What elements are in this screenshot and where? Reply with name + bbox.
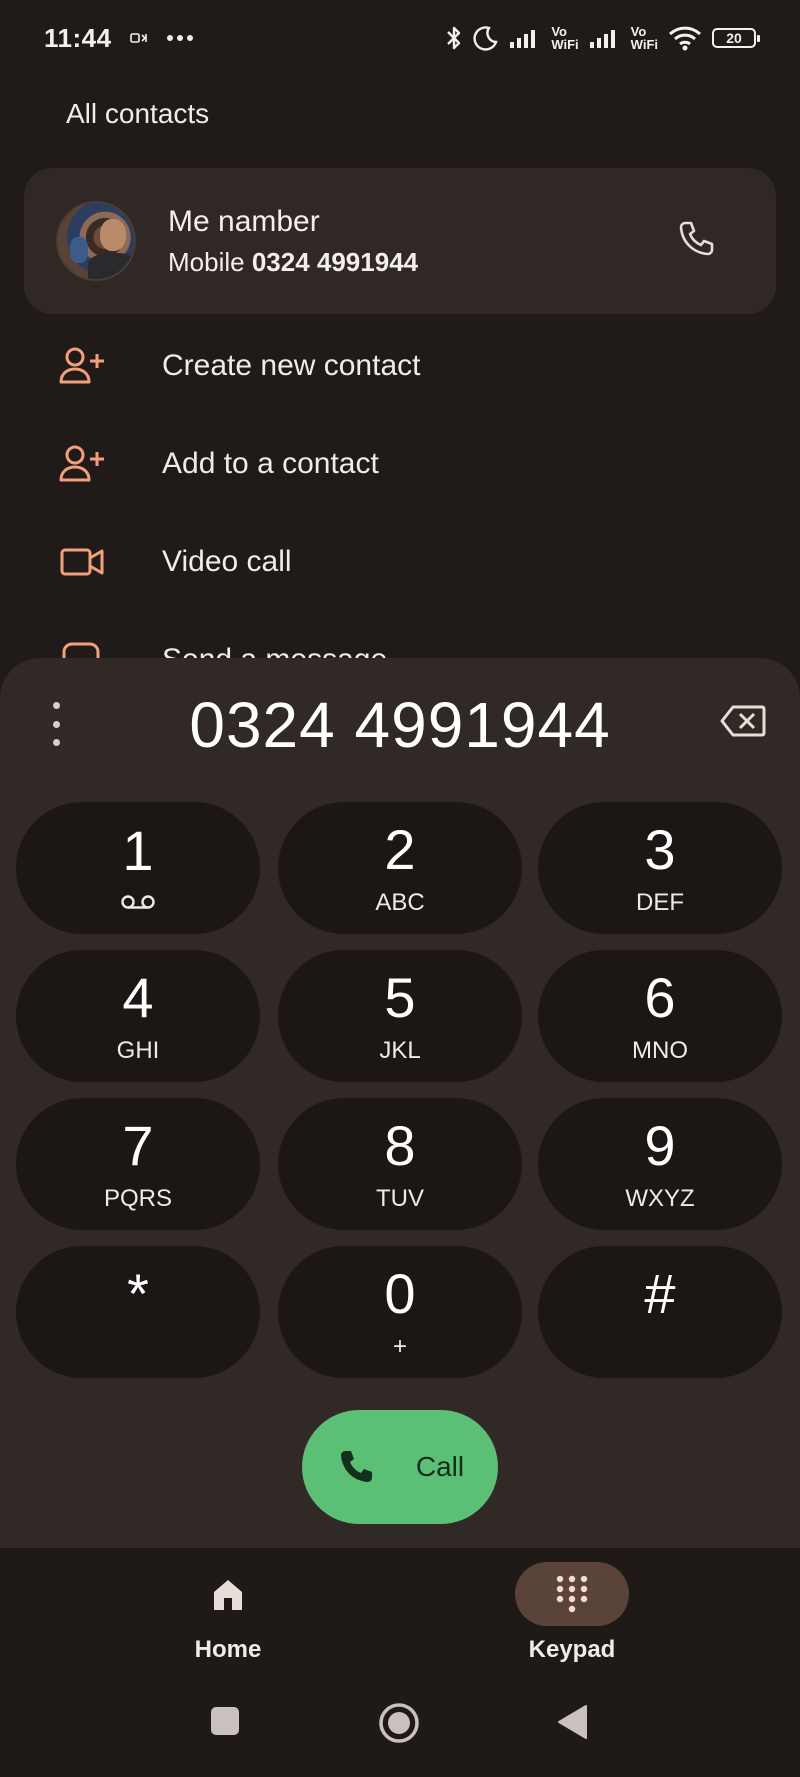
dialer-sheet: 0324 4991944 1 2 ABC 3 DEF 4 GHI 5 JKL 6… (0, 658, 800, 1548)
battery-level: 20 (726, 30, 742, 46)
nav-home-label: Home (194, 1636, 262, 1663)
phone-icon (679, 221, 714, 255)
page-title: All contacts (66, 98, 210, 129)
add-to-contact-item[interactable]: Add to a contact (58, 434, 379, 494)
vowifi-badge-2: Vo WiFi (631, 25, 658, 51)
key-1[interactable]: 1 (16, 802, 260, 934)
key-6[interactable]: 6 MNO (538, 950, 782, 1082)
contact-number-line: Mobile 0324 4991944 (168, 247, 418, 278)
bottom-navigation: Home Keypad (0, 1548, 800, 1678)
bluetooth-icon (447, 26, 461, 50)
key-4[interactable]: 4 GHI (16, 950, 260, 1082)
create-new-contact-label: Create new contact (162, 349, 421, 382)
key-letters: PQRS (103, 1185, 172, 1212)
person-add-icon (59, 347, 104, 384)
home-icon (214, 1580, 242, 1610)
key-letters: JKL (379, 1037, 421, 1064)
key-9[interactable]: 9 WXYZ (538, 1098, 782, 1230)
status-right-icons: Vo WiFi Vo WiFi 20 (445, 24, 760, 52)
key-star[interactable]: * (16, 1246, 260, 1378)
vowifi-bottom: WiFi (551, 37, 579, 52)
key-letters: WXYZ (625, 1185, 695, 1212)
nav-keypad-label: Keypad (528, 1636, 616, 1663)
wifi-icon (668, 26, 702, 51)
voicemail-icon (121, 895, 155, 909)
key-digit: 3 (644, 818, 676, 881)
contact-info: Me namber Mobile 0324 4991944 (168, 205, 418, 278)
nav-home[interactable]: Home (128, 1562, 328, 1664)
backspace-button[interactable] (720, 704, 766, 743)
more-notifications-icon (166, 35, 193, 41)
vowifi-badge-1: Vo WiFi (551, 25, 578, 51)
battery-indicator: 20 (712, 28, 760, 48)
nav-keypad[interactable]: Keypad (472, 1562, 672, 1664)
call-button[interactable]: Call (302, 1410, 498, 1524)
home-system-button[interactable] (378, 1702, 420, 1749)
key-letters: GHI (116, 1037, 160, 1064)
dialpad-icon (556, 1575, 588, 1613)
key-letters: DEF (636, 889, 684, 916)
video-call-item[interactable]: Video call (58, 532, 292, 592)
key-digit: 2 (384, 818, 416, 881)
status-bar: 11:44 Vo WiFi Vo WiFi 20 (0, 0, 800, 76)
contact-call-button[interactable] (676, 219, 716, 264)
key-letters: MNO (632, 1037, 688, 1064)
call-label: Call (415, 1451, 465, 1482)
video-call-label: Video call (162, 545, 292, 578)
recents-button[interactable] (210, 1706, 240, 1741)
do-not-disturb-moon-icon (473, 26, 498, 51)
contact-name: Me namber (168, 204, 320, 238)
key-digit: * (127, 1262, 149, 1325)
home-circle-icon (379, 1703, 419, 1743)
system-navigation-bar (0, 1678, 800, 1777)
vowifi-bottom: WiFi (630, 37, 658, 52)
key-hash[interactable]: # (538, 1246, 782, 1378)
add-to-contact-label: Add to a contact (162, 447, 379, 480)
dialed-number[interactable]: 0324 4991944 (0, 688, 800, 762)
backspace-icon (720, 705, 766, 737)
nav-home-pill (171, 1562, 285, 1626)
phone-screen: 11:44 Vo WiFi Vo WiFi 20 All contacts Me… (0, 0, 800, 1777)
status-left-icons (129, 31, 194, 45)
key-digit: 0 (384, 1262, 416, 1325)
key-digit: 4 (122, 966, 154, 1029)
key-digit: 6 (644, 966, 676, 1029)
key-8[interactable]: 8 TUV (278, 1098, 522, 1230)
key-5[interactable]: 5 JKL (278, 950, 522, 1082)
key-letters: ABC (375, 889, 425, 916)
signal-icon-1 (510, 30, 536, 48)
phone-icon (340, 1451, 372, 1482)
create-new-contact-item[interactable]: Create new contact (58, 336, 420, 396)
key-digit: # (644, 1262, 676, 1325)
nav-keypad-pill (515, 1562, 629, 1626)
key-7[interactable]: 7 PQRS (16, 1098, 260, 1230)
key-digit: 1 (122, 819, 154, 882)
status-time: 11:44 (44, 22, 112, 53)
back-button[interactable] (556, 1704, 588, 1745)
dial-display: 0324 4991944 (0, 678, 800, 768)
videocam-icon (60, 548, 104, 576)
key-digit: 9 (644, 1114, 676, 1177)
recents-square-icon (211, 1707, 239, 1735)
key-letters: + (392, 1333, 407, 1360)
key-3[interactable]: 3 DEF (538, 802, 782, 934)
avatar (56, 201, 136, 281)
key-letters: TUV (376, 1185, 424, 1212)
screen-record-icon (129, 33, 147, 43)
back-triangle-icon (558, 1705, 587, 1739)
contact-card[interactable]: Me namber Mobile 0324 4991944 (24, 168, 776, 314)
key-0[interactable]: 0 + (278, 1246, 522, 1378)
contact-number-type: Mobile (168, 246, 245, 277)
contact-number: 0324 4991944 (251, 246, 419, 277)
key-digit: 7 (122, 1114, 154, 1177)
key-digit: 8 (384, 1114, 416, 1177)
key-2[interactable]: 2 ABC (278, 802, 522, 934)
signal-icon-2 (589, 30, 615, 48)
person-add-icon (59, 445, 104, 482)
key-digit: 5 (384, 966, 416, 1029)
